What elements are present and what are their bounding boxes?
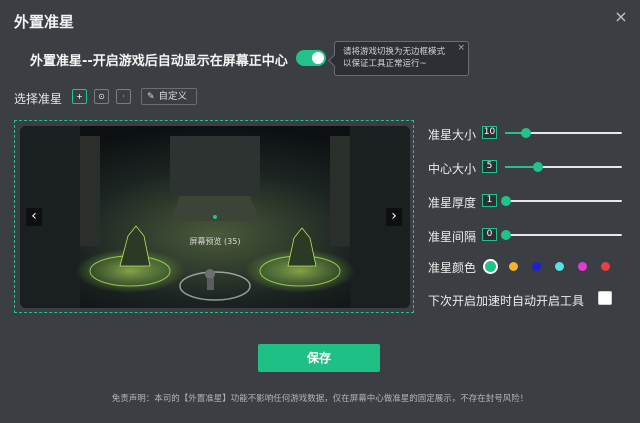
center-size-value[interactable]: 5 [482,160,497,173]
tooltip-line-1: 请将游戏切换为无边框模式 [343,47,446,57]
tooltip-line-2: 以保证工具正常运行~ [343,59,427,69]
color-swatch-3[interactable] [532,262,541,271]
thickness-label: 准星厚度 [428,196,477,210]
enable-crosshair-label: 外置准星--开启游戏后自动显示在屏幕正中心 [30,54,288,69]
game-scene-illustration: 屏幕预览 (35) [20,126,410,308]
close-icon[interactable]: × [612,8,630,26]
tooltip-close-icon[interactable]: × [457,42,465,54]
color-swatch-2[interactable] [509,262,518,271]
slider-thumb[interactable] [501,196,511,206]
auto-open-label: 下次开启加速时自动开启工具 [428,294,585,308]
borderless-mode-tooltip: 请将游戏切换为无边框模式 以保证工具正常运行~ × [334,41,469,76]
crosshair-window: 外置准星 × 外置准星--开启游戏后自动显示在屏幕正中心 请将游戏切换为无边框模… [0,0,640,423]
crosshair-size-value[interactable]: 10 [482,126,497,139]
color-label: 准星颜色 [428,261,477,275]
preview-next-arrow[interactable]: › [386,208,402,226]
gap-value[interactable]: 0 [482,228,497,241]
center-size-label: 中心大小 [428,162,477,176]
game-preview-image: 屏幕预览 (35) [20,126,410,308]
toggle-knob [312,52,324,64]
color-swatch-5[interactable] [578,262,587,271]
slider-thumb[interactable] [501,230,511,240]
slider-thumb[interactable] [533,162,543,172]
crosshair-size-slider[interactable] [505,128,622,138]
custom-crosshair-button[interactable]: ✎ 自定义 [141,88,197,105]
gap-label: 准星间隔 [428,230,477,244]
save-button[interactable]: 保存 [258,344,380,372]
thickness-value[interactable]: 1 [482,194,497,207]
select-crosshair-label: 选择准星 [14,92,63,106]
window-title: 外置准星 [14,13,75,31]
pen-icon: ✎ [147,92,155,102]
preview-caption: 屏幕预览 (35) [190,236,241,246]
crosshair-size-label: 准星大小 [428,128,477,142]
center-size-slider[interactable] [505,162,622,172]
color-swatch-6[interactable] [601,262,610,271]
color-swatch-1[interactable] [483,259,498,274]
gap-slider[interactable] [501,230,622,240]
auto-open-checkbox[interactable] [598,291,612,305]
color-swatch-4[interactable] [555,262,564,271]
custom-label: 自定义 [158,91,188,102]
crosshair-option-plus[interactable]: + [72,89,87,104]
crosshair-option-dot[interactable]: · [116,89,131,104]
thickness-slider[interactable] [501,196,622,206]
enable-crosshair-toggle[interactable] [296,50,326,66]
crosshair-option-circle[interactable]: ⊙ [94,89,109,104]
color-picker [483,259,623,274]
preview-prev-arrow[interactable]: ‹ [26,208,42,226]
disclaimer-text: 免责声明：本司的【外置准星】功能不影响任何游戏数据，仅在屏幕中心做准星的固定展示… [111,394,529,404]
slider-thumb[interactable] [521,128,531,138]
